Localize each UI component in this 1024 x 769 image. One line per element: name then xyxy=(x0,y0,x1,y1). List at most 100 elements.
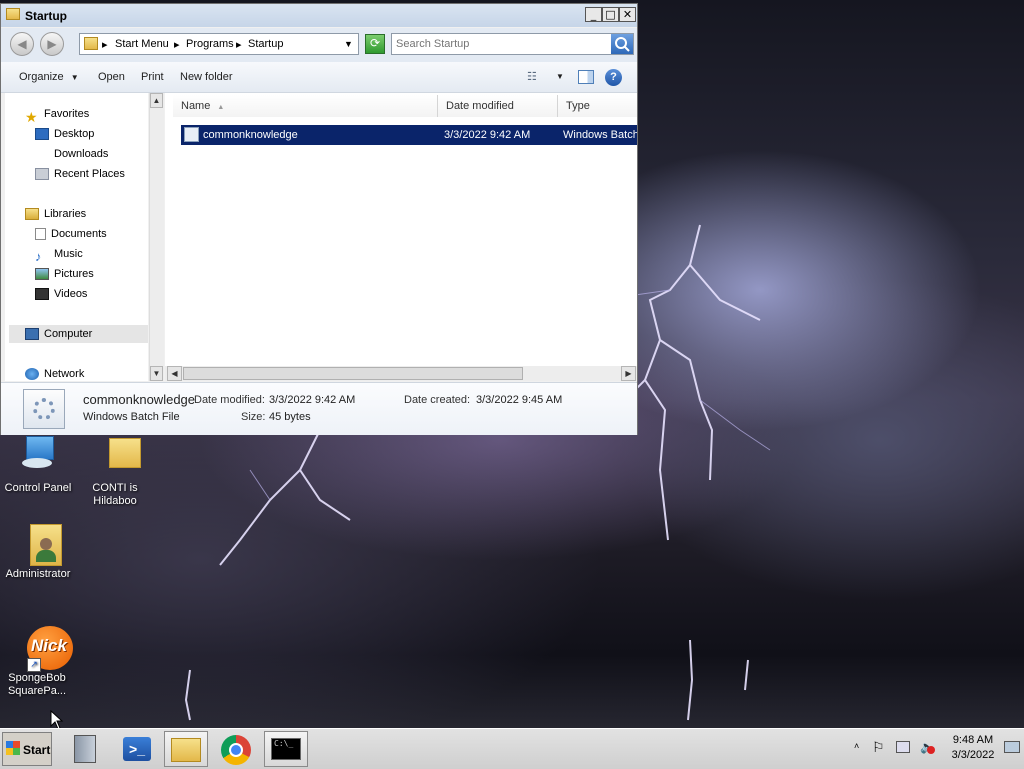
nav-videos[interactable]: Videos xyxy=(35,285,87,303)
chevron-down-icon: ▼ xyxy=(70,73,79,82)
batch-file-icon xyxy=(184,127,199,142)
desktop-icon-spongebob[interactable]: Nick ↗ SpongeBob SquarePa... xyxy=(0,626,74,698)
gear-file-icon xyxy=(23,389,65,429)
breadcrumb-separator[interactable]: ▸ xyxy=(236,38,242,51)
refresh-icon[interactable]: ⟳ xyxy=(365,34,385,54)
window-title: Startup xyxy=(25,9,67,23)
powershell-icon: >_ xyxy=(123,737,151,761)
nav-scrollbar[interactable]: ▲ ▼ xyxy=(149,93,164,381)
nav-downloads[interactable]: Downloads xyxy=(35,145,108,163)
user-folder-icon xyxy=(14,522,62,566)
nav-pictures[interactable]: Pictures xyxy=(35,265,94,283)
chevron-down-icon[interactable]: ▼ xyxy=(556,72,564,81)
folder-icon xyxy=(6,8,22,22)
breadcrumb-startup[interactable]: Startup xyxy=(248,38,283,50)
details-created-value: 3/3/2022 9:45 AM xyxy=(476,394,563,406)
taskbar-chrome[interactable] xyxy=(214,731,258,767)
show-hidden-icons-button[interactable]: ˄ xyxy=(854,741,859,751)
desktop-icon-label: Control Panel xyxy=(4,482,72,494)
back-button[interactable]: ◀ xyxy=(10,32,34,56)
organize-button[interactable]: Organize ▼ xyxy=(19,71,79,83)
details-pane: commonknowledge Windows Batch File Date … xyxy=(1,382,637,435)
scroll-thumb[interactable] xyxy=(183,367,523,380)
taskbar-server-manager[interactable] xyxy=(66,731,110,767)
nav-network[interactable]: Network xyxy=(25,365,84,381)
control-panel-icon xyxy=(14,436,62,480)
windows-logo-icon xyxy=(6,741,20,755)
address-row: ◀ ▶ ▸ Start Menu ▸ Programs ▸ Startup ▼ … xyxy=(1,28,637,62)
details-file-name: commonknowledge xyxy=(83,392,196,407)
desktop-icon-label: SpongeBob SquarePa... xyxy=(7,672,67,697)
forward-button[interactable]: ▶ xyxy=(40,32,64,56)
pictures-icon xyxy=(35,268,49,281)
breadcrumb-separator[interactable]: ▸ xyxy=(102,38,108,51)
preview-pane-icon[interactable] xyxy=(578,70,594,84)
file-date-modified: 3/3/2022 9:42 AM xyxy=(444,129,531,141)
taskbar-explorer[interactable] xyxy=(164,731,208,767)
nav-libraries[interactable]: Libraries xyxy=(25,205,86,223)
search-input[interactable] xyxy=(396,35,606,53)
desktop-icon-label: Administrator xyxy=(5,568,71,580)
desktop-icon-administrator[interactable]: Administrator xyxy=(0,522,76,581)
title-bar[interactable]: Startup _ □ ✕ xyxy=(1,4,637,27)
chevron-down-icon[interactable]: ▼ xyxy=(344,39,353,49)
search-icon[interactable] xyxy=(611,34,633,54)
column-header-name[interactable]: Name ▲ xyxy=(173,95,438,117)
command-prompt-icon: C:\_ xyxy=(271,738,301,760)
action-center-flag-icon[interactable]: ⚐ xyxy=(872,739,885,756)
server-manager-icon xyxy=(74,735,96,763)
details-file-type: Windows Batch File xyxy=(83,411,180,423)
scroll-up-button[interactable]: ▲ xyxy=(150,93,163,108)
help-icon[interactable]: ? xyxy=(605,69,622,86)
details-modified-value: 3/3/2022 9:42 AM xyxy=(269,394,356,406)
minimize-button[interactable]: _ xyxy=(585,7,602,22)
column-header-date-modified[interactable]: Date modified xyxy=(438,95,558,117)
print-button[interactable]: Print xyxy=(141,71,164,83)
downloads-icon xyxy=(35,148,49,160)
documents-icon xyxy=(35,228,46,241)
taskbar: Start >_ C:\_ ˄ ⚐ 🔈 9:48 AM 3/3/2022 xyxy=(0,728,1024,769)
libraries-icon xyxy=(25,208,39,221)
taskbar-powershell[interactable]: >_ xyxy=(115,731,159,767)
network-tray-icon[interactable] xyxy=(896,741,910,753)
network-icon xyxy=(25,368,39,381)
computer-icon xyxy=(25,328,39,341)
file-name: commonknowledge xyxy=(203,129,298,141)
close-button[interactable]: ✕ xyxy=(619,7,636,22)
nav-documents[interactable]: Documents xyxy=(35,225,107,243)
nav-recent-places[interactable]: Recent Places xyxy=(35,165,125,183)
details-size-label: Size: xyxy=(241,411,266,423)
new-folder-button[interactable]: New folder xyxy=(180,71,233,83)
breadcrumb-separator[interactable]: ▸ xyxy=(174,38,180,51)
nav-computer[interactable]: Computer xyxy=(9,325,148,343)
scroll-right-button[interactable]: ▶ xyxy=(621,366,636,381)
breadcrumb-start-menu[interactable]: Start Menu xyxy=(115,38,169,50)
desktop-icon-control-panel[interactable]: Control Panel xyxy=(0,436,76,495)
start-button[interactable]: Start xyxy=(2,732,52,766)
column-header-type[interactable]: Type xyxy=(558,95,637,117)
clock[interactable]: 9:48 AM 3/3/2022 xyxy=(932,733,1014,763)
taskbar-cmd[interactable]: C:\_ xyxy=(264,731,308,767)
videos-icon xyxy=(35,288,49,301)
music-icon: ♪ xyxy=(35,249,42,265)
nav-favorites[interactable]: ★ Favorites xyxy=(25,105,89,125)
desktop-icon-conti[interactable]: CONTI is Hildaboo xyxy=(77,436,153,508)
chrome-icon xyxy=(221,735,251,765)
nav-desktop[interactable]: Desktop xyxy=(35,125,94,143)
horizontal-scrollbar[interactable]: ◀ ▶ xyxy=(165,366,637,381)
nick-logo-icon: Nick ↗ xyxy=(13,626,73,672)
breadcrumb-programs[interactable]: Programs xyxy=(186,38,234,50)
clock-time: 9:48 AM xyxy=(952,734,994,746)
open-button[interactable]: Open xyxy=(98,71,125,83)
explorer-window: Startup _ □ ✕ ◀ ▶ ▸ Start Menu ▸ Program… xyxy=(0,3,638,435)
file-row[interactable]: commonknowledge 3/3/2022 9:42 AM Windows… xyxy=(181,125,637,145)
search-box[interactable] xyxy=(391,33,634,55)
mouse-cursor-icon xyxy=(50,710,64,730)
maximize-button[interactable]: □ xyxy=(602,7,619,22)
file-type: Windows Batch xyxy=(563,129,637,141)
scroll-down-button[interactable]: ▼ xyxy=(150,366,163,381)
view-options-icon[interactable]: ☷ xyxy=(527,70,537,83)
scroll-left-button[interactable]: ◀ xyxy=(167,366,182,381)
nav-music[interactable]: ♪ Music xyxy=(35,245,83,265)
address-bar[interactable]: ▸ Start Menu ▸ Programs ▸ Startup ▼ xyxy=(79,33,359,55)
